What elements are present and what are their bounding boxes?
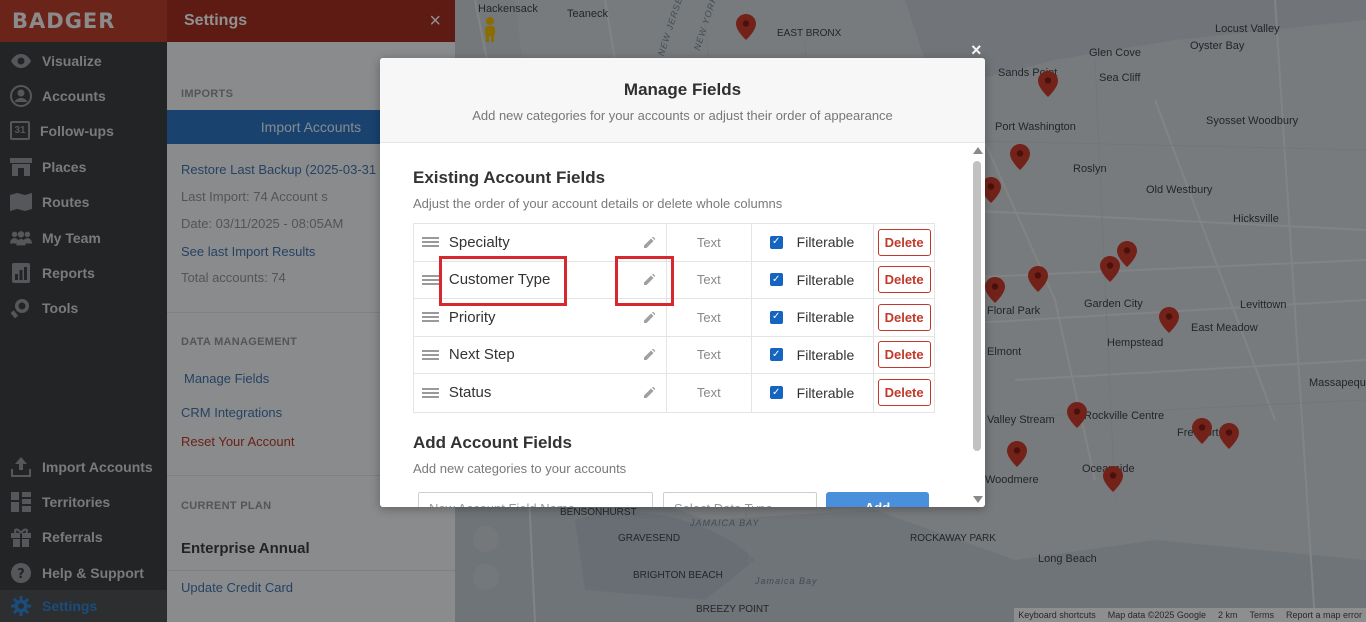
modal-subtitle: Add new categories for your accounts or …	[472, 108, 893, 123]
filterable-checkbox[interactable]: ✓ Filterable	[752, 385, 874, 401]
highlight-customer-type-edit	[615, 256, 674, 306]
modal-header: Manage Fields Add new categories for you…	[380, 58, 985, 143]
add-fields-subtitle: Add new categories to your accounts	[413, 461, 627, 476]
drag-handle-icon[interactable]	[414, 386, 448, 400]
filterable-checkbox[interactable]: ✓ Filterable	[752, 272, 874, 288]
field-row-next-step[interactable]: Next Step Text ✓ Filterable Delete	[414, 336, 934, 374]
pencil-icon[interactable]	[633, 387, 666, 399]
filterable-checkbox[interactable]: ✓ Filterable	[752, 234, 874, 250]
delete-button[interactable]: Delete	[877, 341, 931, 369]
filterable-label: Filterable	[796, 384, 855, 401]
checkbox-checked-icon[interactable]: ✓	[769, 386, 783, 400]
field-type: Text	[666, 261, 752, 299]
drag-handle-icon[interactable]	[414, 310, 448, 324]
field-type: Text	[666, 298, 752, 336]
field-row-status[interactable]: Status Text ✓ Filterable Delete	[414, 374, 934, 412]
drag-handle-icon[interactable]	[414, 235, 448, 249]
field-name: Specialty	[448, 233, 510, 251]
fields-table: Specialty Text ✓ Filterable Delete Custom…	[413, 223, 935, 413]
delete-button[interactable]: Delete	[877, 303, 931, 331]
filterable-label: Filterable	[796, 309, 855, 326]
field-name: Status	[448, 384, 492, 402]
filterable-label: Filterable	[796, 346, 855, 363]
scroll-up-arrow-icon[interactable]	[973, 147, 983, 154]
pencil-icon[interactable]	[633, 311, 666, 323]
add-field-button[interactable]: Add	[826, 492, 929, 507]
filterable-checkbox[interactable]: ✓ Filterable	[752, 309, 874, 325]
existing-fields-title: Existing Account Fields	[413, 168, 606, 187]
field-name: Next Step	[448, 346, 515, 364]
delete-button[interactable]: Delete	[877, 228, 931, 256]
checkbox-checked-icon[interactable]: ✓	[769, 273, 783, 287]
field-name: Priority	[448, 308, 496, 326]
filterable-label: Filterable	[796, 271, 855, 288]
modal-body: Existing Account Fields Adjust the order…	[380, 143, 970, 507]
field-type: Text	[666, 223, 752, 261]
delete-button[interactable]: Delete	[877, 266, 931, 294]
pencil-icon[interactable]	[633, 349, 666, 361]
checkbox-checked-icon[interactable]: ✓	[769, 348, 783, 362]
checkbox-checked-icon[interactable]: ✓	[769, 310, 783, 324]
modal-scrollbar[interactable]	[970, 143, 985, 507]
highlight-customer-type-name	[439, 256, 567, 306]
add-fields-title: Add Account Fields	[413, 433, 572, 452]
field-type: Text	[666, 374, 752, 412]
manage-fields-modal: Manage Fields Add new categories for you…	[380, 58, 985, 507]
data-type-select[interactable]: Select Data Type	[663, 492, 817, 507]
delete-button[interactable]: Delete	[877, 379, 931, 407]
new-field-name-input[interactable]: New Account Field Name	[418, 492, 653, 507]
add-field-row: New Account Field Name Select Data Type …	[418, 492, 938, 507]
filterable-label: Filterable	[796, 234, 855, 251]
filterable-checkbox[interactable]: ✓ Filterable	[752, 347, 874, 363]
scroll-thumb[interactable]	[973, 161, 981, 451]
pencil-icon[interactable]	[633, 236, 666, 248]
drag-handle-icon[interactable]	[414, 348, 448, 362]
scroll-down-arrow-icon[interactable]	[973, 496, 983, 503]
modal-title: Manage Fields	[623, 80, 742, 99]
existing-fields-subtitle: Adjust the order of your account details…	[413, 196, 783, 211]
checkbox-checked-icon[interactable]: ✓	[769, 235, 783, 249]
field-type: Text	[666, 336, 752, 374]
